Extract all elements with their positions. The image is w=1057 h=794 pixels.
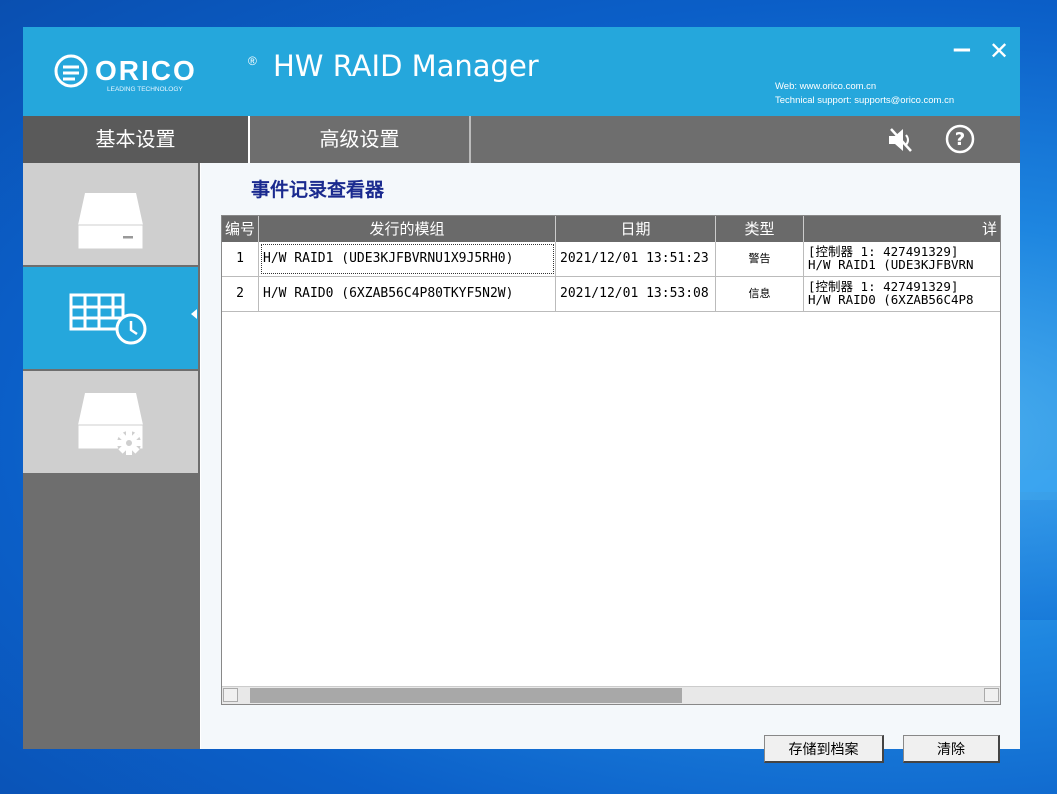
cell-id: 1 bbox=[222, 242, 259, 276]
tab-basic-settings[interactable]: 基本设置 bbox=[23, 116, 248, 163]
col-header-id[interactable]: 编号 bbox=[222, 216, 259, 242]
drive-icon bbox=[77, 193, 144, 250]
logo-tagline: LEADING TECHNOLOGY bbox=[107, 86, 183, 93]
cell-id: 2 bbox=[222, 277, 259, 311]
table-header: 编号 发行的模组 日期 类型 详 bbox=[222, 216, 1000, 242]
registered-mark: ® bbox=[248, 54, 257, 68]
mute-icon[interactable] bbox=[885, 125, 915, 155]
event-table: 编号 发行的模组 日期 类型 详 1 H/W RAID1 (UDE3KJFBVR… bbox=[221, 215, 1001, 705]
clear-button[interactable]: 清除 bbox=[903, 735, 1000, 763]
cell-date: 2021/12/01 13:53:08 bbox=[556, 277, 716, 311]
scrollbar-thumb[interactable] bbox=[250, 688, 682, 703]
sidebar bbox=[23, 163, 200, 749]
app-window: ORICO LEADING TECHNOLOGY ® HW RAID Manag… bbox=[23, 27, 1020, 763]
minimize-button[interactable]: − bbox=[951, 35, 973, 65]
orico-logo: ORICO LEADING TECHNOLOGY ® bbox=[54, 54, 257, 93]
svg-text:?: ? bbox=[955, 129, 965, 150]
section-title: 事件记录查看器 bbox=[251, 179, 385, 201]
description-line: H/W RAID0 (6XZAB56C4P8 bbox=[808, 292, 974, 307]
support-text: Technical support: supports@orico.com.cn bbox=[775, 95, 955, 106]
col-header-type[interactable]: 类型 bbox=[716, 216, 804, 242]
contact-info: Web: www.orico.com.cn Technical support:… bbox=[775, 80, 954, 108]
event-log-icon bbox=[69, 293, 147, 345]
cell-type: 警告 bbox=[716, 242, 804, 276]
cell-description: [控制器 1: 427491329] H/W RAID1 (UDE3KJFBVR… bbox=[804, 242, 1000, 276]
event-log-panel: 事件记录查看器 编号 发行的模组 日期 类型 详 1 H/W RAID1 (UD… bbox=[201, 163, 1020, 763]
app-title: HW RAID Manager bbox=[273, 49, 539, 83]
logo-text: ORICO bbox=[95, 55, 197, 86]
sidebar-item-drive-settings[interactable] bbox=[23, 371, 198, 473]
scroll-left-button[interactable] bbox=[223, 688, 238, 702]
title-bar: ORICO LEADING TECHNOLOGY ® HW RAID Manag… bbox=[23, 27, 1020, 116]
tab-advanced-settings[interactable]: 高级设置 bbox=[248, 116, 471, 163]
description-line: H/W RAID1 (UDE3KJFBVRN bbox=[808, 257, 974, 272]
sidebar-item-drive[interactable] bbox=[23, 163, 198, 265]
sidebar-item-event-log[interactable] bbox=[23, 267, 198, 369]
scroll-right-button[interactable] bbox=[984, 688, 999, 702]
table-row[interactable]: 2 H/W RAID0 (6XZAB56C4P80TKYF5N2W) 2021/… bbox=[222, 277, 1000, 312]
website-text: Web: www.orico.com.cn bbox=[775, 81, 877, 92]
table-row[interactable]: 1 H/W RAID1 (UDE3KJFBVRNU1X9J5RH0) 2021/… bbox=[222, 242, 1000, 277]
save-to-file-button[interactable]: 存储到档案 bbox=[764, 735, 884, 763]
close-button[interactable]: ✕ bbox=[989, 37, 1009, 65]
horizontal-scrollbar[interactable] bbox=[222, 686, 1000, 704]
cell-module: H/W RAID1 (UDE3KJFBVRNU1X9J5RH0) bbox=[259, 242, 556, 276]
cell-module: H/W RAID0 (6XZAB56C4P80TKYF5N2W) bbox=[259, 277, 556, 311]
help-icon[interactable]: ? bbox=[944, 123, 976, 155]
cell-date: 2021/12/01 13:51:23 bbox=[556, 242, 716, 276]
active-indicator-arrow bbox=[191, 309, 197, 319]
cell-description: [控制器 1: 427491329] H/W RAID0 (6XZAB56C4P… bbox=[804, 277, 1000, 311]
col-header-description[interactable]: 详 bbox=[804, 216, 1000, 242]
drive-settings-icon bbox=[77, 393, 144, 455]
cell-type: 信息 bbox=[716, 277, 804, 311]
tab-bar: 基本设置 高级设置 ? bbox=[23, 116, 1020, 163]
col-header-module[interactable]: 发行的模组 bbox=[259, 216, 556, 242]
col-header-date[interactable]: 日期 bbox=[556, 216, 716, 242]
